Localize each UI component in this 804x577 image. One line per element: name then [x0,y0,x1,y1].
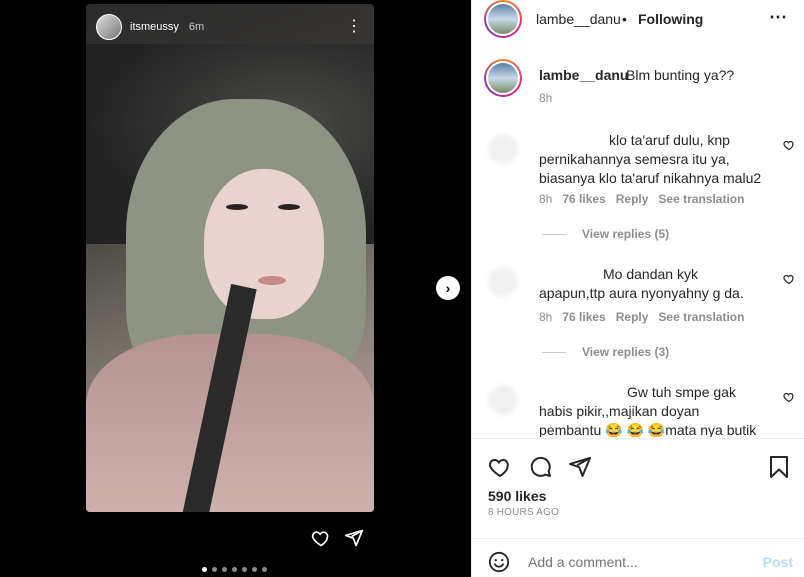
poster-username[interactable]: lambe__danu [536,11,621,27]
media-send-icon[interactable] [344,528,364,548]
commenter-avatar[interactable] [488,267,518,297]
carousel-dot[interactable] [212,567,217,572]
caption-avatar[interactable] [484,59,522,97]
reply-button[interactable]: Reply [616,192,649,206]
likes-count[interactable]: 590 likes [488,488,546,504]
next-button[interactable]: › [436,276,460,300]
carousel-dot[interactable] [222,567,227,572]
comment-likes[interactable]: 76 likes [562,310,605,324]
story-time: 6m [188,21,205,33]
media-heart-icon[interactable] [311,528,331,548]
see-translation-button[interactable]: See translation [658,310,744,324]
post-timestamp: 8 HOURS AGO [488,507,560,518]
view-replies-label: View replies (5) [582,227,670,241]
commenter-avatar[interactable] [488,385,518,415]
view-replies-button[interactable]: View replies (5) [542,227,669,241]
reply-button[interactable]: Reply [616,310,649,324]
comment-text: Gw tuh smpe gak habis pikir,,majikan doy… [539,384,757,437]
story-header: itsmeussy 6m [96,14,204,40]
header-separator: • [622,11,627,27]
poster-avatar[interactable] [484,0,522,38]
post-header: lambe__danu • Following ⋯ [472,0,804,38]
story-more-icon[interactable]: ⋮ [346,16,362,36]
story-image: itsmeussy 6m ⋮ [86,4,374,512]
carousel-dot[interactable] [242,567,247,572]
comment-meta: 8h 76 likes Reply See translation [539,192,744,206]
commenter-avatar[interactable] [488,134,518,164]
lips [258,276,286,285]
carousel-dot[interactable] [252,567,257,572]
story-username[interactable]: itsmeussy [130,21,179,33]
view-replies-label: View replies (3) [582,345,670,359]
comment-heart-icon[interactable] [783,391,795,403]
left-eye [226,204,248,210]
more-icon[interactable]: ⋯ [769,7,787,28]
comment-meta: 8h 76 likes Reply See translation [539,310,744,324]
carousel-dot[interactable] [232,567,237,572]
comment-text: Mo dandan kyk apapun,ttp aura nyonyahny … [539,266,744,301]
comments-section[interactable]: lambe__danu Blm bunting ya?? 8h klo ta'a… [472,55,804,437]
face-shape [204,169,324,319]
right-eye [278,204,300,210]
comment-likes[interactable]: 76 likes [562,192,605,206]
heart-icon[interactable] [488,455,512,479]
carousel-dot[interactable] [262,567,267,572]
chevron-right-icon: › [445,280,451,296]
post-actions: 590 likes 8 HOURS AGO [472,438,804,534]
post-panel: lambe__danu • Following ⋯ lambe__danu Bl… [471,0,804,577]
view-replies-button[interactable]: View replies (3) [542,345,669,359]
comment-time: 8h [539,310,553,324]
send-icon[interactable] [568,455,592,479]
carousel-dot[interactable] [202,567,207,572]
comment-heart-icon[interactable] [783,139,795,151]
post-button[interactable]: Post [763,554,793,570]
caption-username[interactable]: lambe__danu [539,67,628,83]
carousel-dots [202,567,267,572]
bookmark-icon[interactable] [768,455,790,479]
story-avatar[interactable] [96,14,122,40]
media-panel: itsmeussy 6m ⋮ › [0,0,471,577]
comment-text: klo ta'aruf dulu, knp pernikahannya seme… [539,132,762,186]
comment-heart-icon[interactable] [783,273,795,285]
add-comment-bar: Post [472,538,804,577]
comment-input[interactable] [528,554,748,570]
caption-time: 8h [539,91,553,105]
comment-icon[interactable] [528,455,552,479]
see-translation-button[interactable]: See translation [658,192,744,206]
smile-icon[interactable] [488,551,510,573]
caption-text: Blm bunting ya?? [626,67,735,83]
following-button[interactable]: Following [638,11,703,27]
comment-time: 8h [539,192,553,206]
